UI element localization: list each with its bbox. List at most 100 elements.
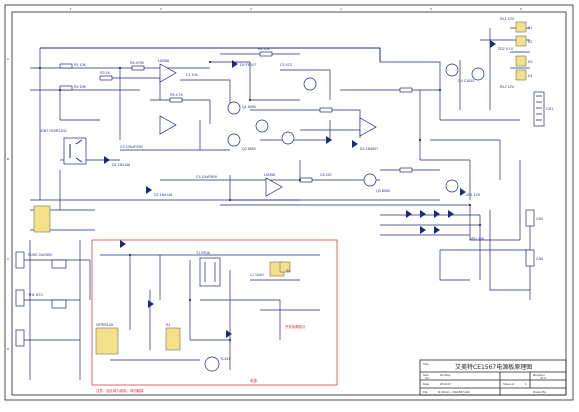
connector-cn3 [525,249,535,267]
number-field-label: Number [440,373,451,377]
transistor-q9 [303,77,317,91]
diode-d14 [148,300,154,308]
label-fuse: FUSE 2A/250V [28,253,53,257]
ic-module-left [33,205,51,233]
grid-row-labels: A B C D [7,57,10,351]
schematic-sheet: 1 2 3 4 5 6 A B C D 注意：此区域为强电，请勿触摸 电源 开关… [4,4,574,401]
relay-label-k1: K1 [528,26,532,30]
label-ic-s2: S2 [286,269,290,273]
grid-col-6: 6 [520,7,522,11]
resistor-r6 [259,51,273,57]
label-r6: R6 10K [258,47,271,51]
label-rl2: RL2 12V [500,85,515,89]
mains-input [15,205,67,347]
connector-left-top [15,251,25,269]
relay-label-k3: K3 [528,60,532,64]
sheet-value: 1 [525,382,527,386]
resistor-r7 [319,107,333,113]
transistor-q1 [227,101,241,115]
transistor-q3 [255,119,269,133]
connector-left-mid [15,289,25,307]
resistor-r4 [131,65,145,71]
grid-row-b: B [7,157,9,161]
label-r1: R1 10K [74,63,87,67]
label-zd2: ZD2 5.1V [498,47,514,51]
file-path-value: D:\Work\...\CE1567.ddb [438,390,470,394]
diode-d2 [146,186,152,194]
opamp-4 [359,117,377,137]
resistor-r1 [59,63,73,69]
resistor-r3 [99,75,113,81]
label-l1: L1 10uH [250,273,264,277]
label-c1: C1 104 [186,73,198,77]
power-warning: 注意：此区域为强电，请勿触摸 [96,388,144,393]
igbt [63,137,87,165]
diode-d4 [352,140,358,148]
resistor-r5 [169,97,183,103]
diode-d8 [434,210,440,218]
label-r5: R5 4.7K [170,93,184,97]
switch-note: 开关电源部分 [285,324,306,329]
diode-d16 [120,240,126,248]
label-ic-s1: S1 [166,323,170,327]
power-transistor [204,356,220,372]
transistor-q2 [227,133,241,147]
label-r4: R4 470K [130,61,145,65]
diode-d11 [434,226,440,234]
label-d3: D3 FR107 [240,63,256,67]
connector-cn1-label: CN1 [546,107,553,111]
label-tl431: TL431 [220,357,230,361]
main-wiring [20,27,530,380]
label-rl1: RL1 12V [500,17,515,21]
label-d4: D4 1N4007 [360,147,378,151]
output-wiring [380,210,531,300]
inductor-l2 [51,299,67,309]
transistor-q5 [363,173,377,187]
transistor-q8 [445,179,459,193]
junctions [38,60,482,342]
resistor-r9 [399,167,413,173]
label-r2: R2 20K [74,85,87,89]
diode-d10 [420,226,426,234]
date-value: 2013-07 [440,382,451,386]
label-t1: T1 EE16 [196,251,210,255]
transistor-q4 [281,131,295,145]
connector-cn2-label: CN2 [536,217,543,221]
inner-frame [11,11,567,396]
opamp-3 [265,177,283,197]
grid-col-5: 5 [430,7,432,11]
power-section: 注意：此区域为强电，请勿触摸 电源 开关电源部分 [91,239,338,393]
transistor-q6 [445,63,459,77]
connector-cn2 [525,209,535,227]
grid-col-4: 4 [340,7,342,11]
revision-value: V1.0 [540,376,547,380]
label-d1: D1 1N4148 [112,163,130,167]
label-q3: Q3 8050 [376,189,390,193]
label-q2: Q2 8550 [242,147,256,151]
drawn-by-field-label: Drawn By [533,390,547,394]
diode-d9 [448,210,454,218]
relay-label-k4: K4 [528,74,532,78]
grid-row-a: A [7,57,9,61]
resistor-r10 [299,177,313,183]
connector-left-bot [15,329,25,347]
label-th1: TH1 NTC [28,293,44,297]
title-block: Title 艾美特CE1567电源板原理图 Size Number Revisi… [419,359,567,396]
relay-k4 [515,69,527,81]
ic-s1 [165,327,181,351]
resistor-r2 [59,85,73,91]
diode-d1 [104,156,110,164]
label-ic-opamp1: LM358 [158,59,169,63]
size-value: A4 [425,376,429,380]
label-vr1: VR1 10K [470,237,485,241]
diode-d6 [406,210,412,218]
relay-k3 [515,55,527,67]
label-c4: C4 10uF/50V [196,175,218,179]
label-c5: C5 222 [320,173,332,177]
label-q1: Q1 8050 [242,105,256,109]
label-d2: D2 1N4148 [154,193,172,197]
grid-column-labels: 1 2 3 4 5 6 [70,7,522,11]
opamp-1 [159,63,177,83]
relay-outputs: K1 K2 K3 K4 CN1 CN2 CN3 [279,21,553,273]
date-field-label: Date [423,382,430,386]
